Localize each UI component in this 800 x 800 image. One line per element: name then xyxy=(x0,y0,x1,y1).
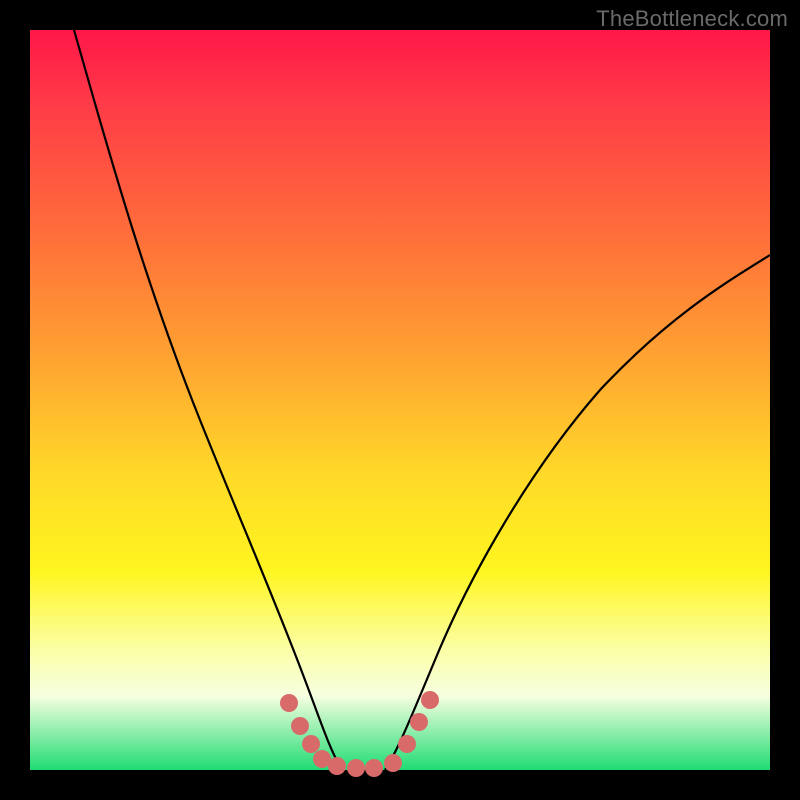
marker-point xyxy=(421,691,439,709)
left-curve xyxy=(74,30,342,770)
marker-point xyxy=(291,717,309,735)
marker-group xyxy=(280,691,439,777)
marker-point xyxy=(365,759,383,777)
watermark-text: TheBottleneck.com xyxy=(596,6,788,32)
chart-svg xyxy=(30,30,770,770)
chart-plot-area xyxy=(30,30,770,770)
right-curve xyxy=(385,255,770,770)
marker-point xyxy=(347,759,365,777)
marker-point xyxy=(384,754,402,772)
marker-point xyxy=(398,735,416,753)
marker-point xyxy=(302,735,320,753)
marker-point xyxy=(280,694,298,712)
marker-point xyxy=(410,713,428,731)
marker-point xyxy=(328,757,346,775)
